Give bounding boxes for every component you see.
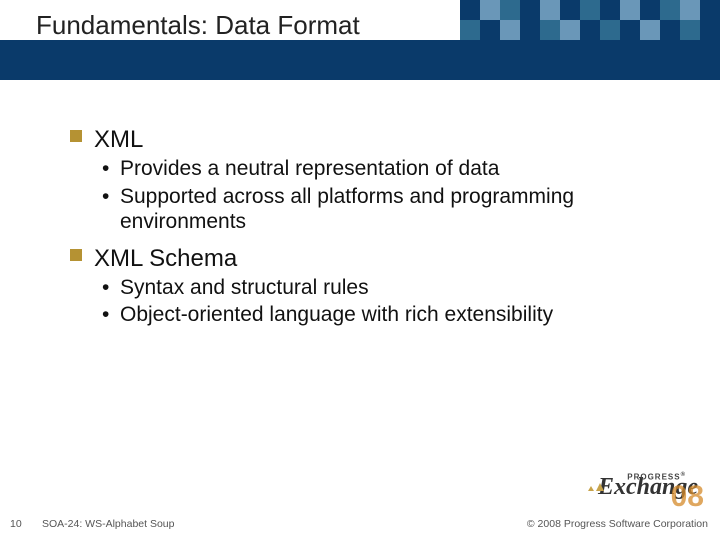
copyright: © 2008 Progress Software Corporation	[527, 518, 708, 530]
sub-bullet: • Provides a neutral representation of d…	[70, 156, 670, 182]
footer: 10 SOA-24: WS-Alphabet Soup © 2008 Progr…	[0, 508, 720, 530]
bullet-xml-schema: XML Schema	[70, 245, 670, 273]
square-bullet-icon	[70, 249, 82, 261]
header-grid-decoration	[460, 0, 720, 40]
header-band	[0, 40, 720, 80]
session-code: SOA-24: WS-Alphabet Soup	[42, 518, 175, 530]
exchange-logo: PROGRESS® 08 Exchange	[538, 474, 698, 512]
dot-bullet-icon: •	[102, 302, 109, 328]
sub-bullet-text: Object-oriented language with rich exten…	[120, 303, 553, 326]
square-bullet-icon	[70, 130, 82, 142]
logo-shape-icon	[596, 483, 604, 491]
sub-bullet-text: Provides a neutral representation of dat…	[120, 157, 499, 180]
sub-bullet-text: Syntax and structural rules	[120, 276, 369, 299]
sub-bullet: • Object-oriented language with rich ext…	[70, 302, 670, 328]
bullet-label: XML	[94, 126, 143, 153]
dot-bullet-icon: •	[102, 184, 109, 210]
slide-number: 10	[10, 518, 22, 530]
sub-bullet: • Supported across all platforms and pro…	[70, 184, 670, 235]
bullet-label: XML Schema	[94, 245, 237, 272]
slide: Fundamentals: Data Format XML • Provides…	[0, 0, 720, 540]
logo-shape-icon	[588, 486, 594, 491]
sub-bullet: • Syntax and structural rules	[70, 275, 670, 301]
dot-bullet-icon: •	[102, 156, 109, 182]
content-area: XML • Provides a neutral representation …	[70, 120, 670, 328]
slide-title: Fundamentals: Data Format	[36, 10, 360, 41]
bullet-xml: XML	[70, 126, 670, 154]
dot-bullet-icon: •	[102, 275, 109, 301]
sub-bullet-text: Supported across all platforms and progr…	[120, 185, 574, 234]
